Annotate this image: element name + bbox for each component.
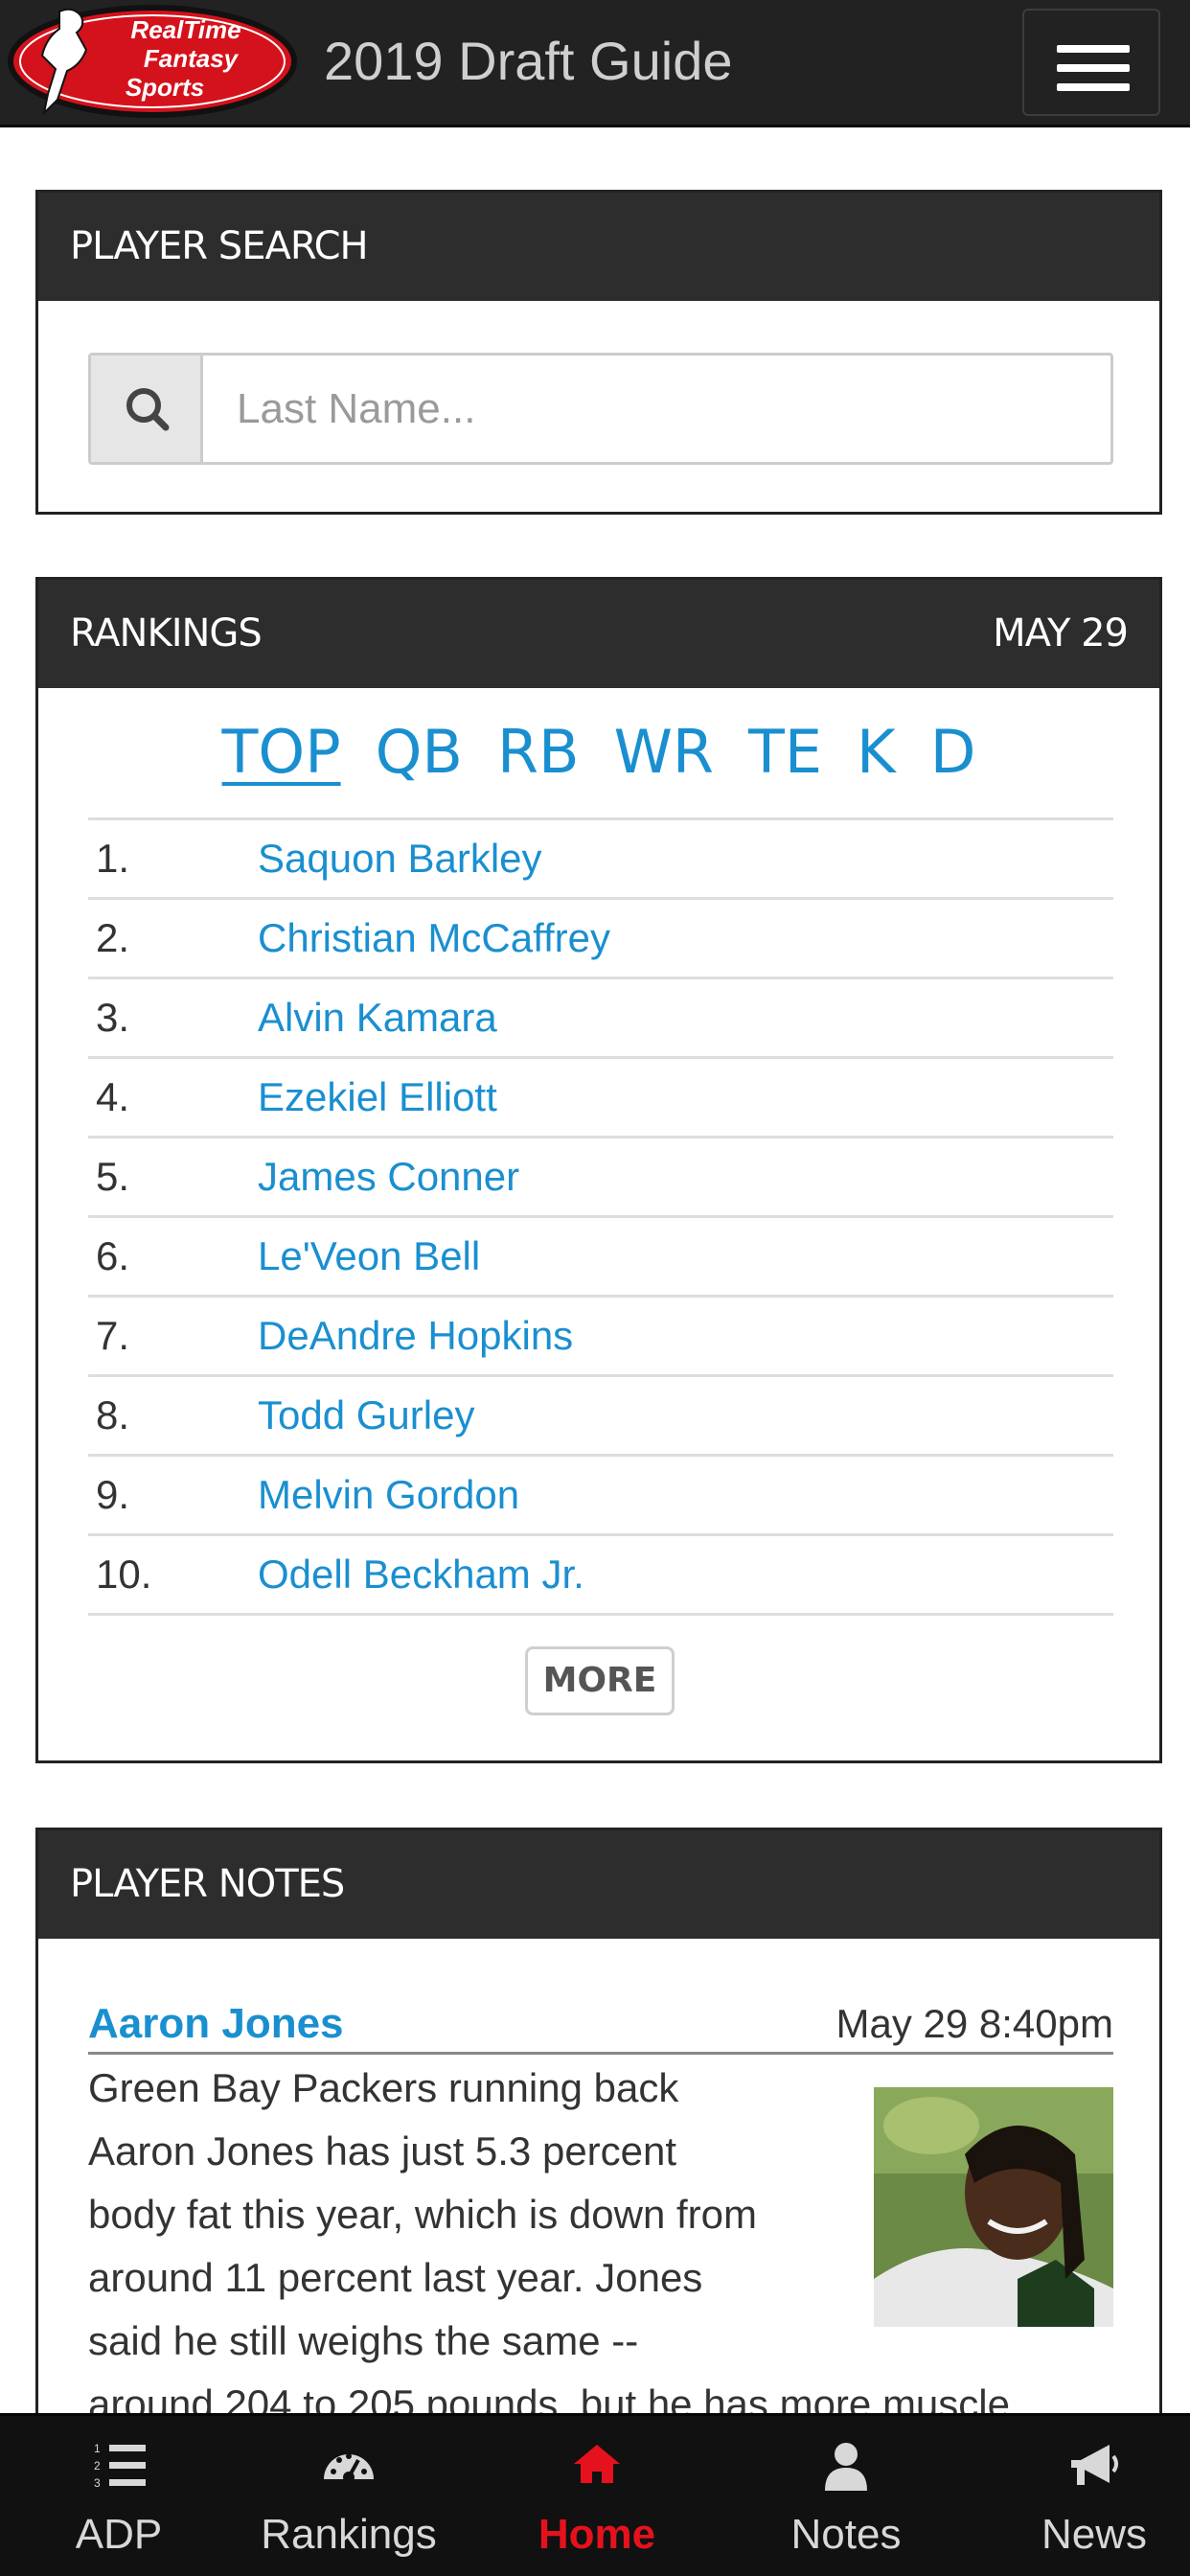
user-icon — [825, 2443, 867, 2491]
top-navbar: RealTime Fantasy Sports 2019 Draft Guide — [0, 0, 1190, 127]
nav-adp[interactable]: 1 2 3 ADP — [0, 2416, 238, 2576]
nav-label: Rankings — [261, 2511, 437, 2558]
tab-d[interactable]: D — [930, 714, 976, 791]
rank-number: 3. — [96, 995, 130, 1040]
hamburger-menu-icon — [1057, 45, 1130, 53]
player-link[interactable]: Le'Veon Bell — [258, 1218, 480, 1295]
tab-rb[interactable]: RB — [497, 714, 580, 791]
last-name-search-input[interactable] — [206, 356, 1110, 462]
search-icon[interactable] — [91, 356, 203, 462]
nav-label: Home — [538, 2511, 656, 2558]
rank-number: 9. — [96, 1472, 130, 1517]
panel-title: PLAYER SEARCH — [70, 224, 369, 268]
note-text: Green Bay Packers running back Aaron Jon… — [88, 2057, 1010, 2436]
note-line: around 11 percent last year. Jones — [88, 2255, 703, 2300]
ranking-row: 8. Todd Gurley — [88, 1377, 1113, 1457]
rankings-panel: RANKINGS MAY 29 TOP QB RB WR TE K D 1. Saquon B… — [35, 577, 1162, 1763]
search-box — [88, 353, 1113, 465]
hamburger-menu-icon-bar — [1057, 83, 1130, 91]
tab-top[interactable]: TOP — [222, 714, 341, 791]
ranking-row: 3. Alvin Kamara — [88, 979, 1113, 1059]
ranking-row: 9. Melvin Gordon — [88, 1457, 1113, 1536]
rank-number: 7. — [96, 1313, 130, 1358]
ranking-row: 2. Christian McCaffrey — [88, 900, 1113, 979]
dashboard-gauge-icon — [324, 2453, 374, 2483]
ranking-row: 10. Odell Beckham Jr. — [88, 1536, 1113, 1616]
rankings-list: 1. Saquon Barkley 2. Christian McCaffrey 3… — [88, 817, 1113, 1616]
player-photo — [874, 2087, 1113, 2327]
player-link[interactable]: Melvin Gordon — [258, 1457, 519, 1533]
svg-text:3: 3 — [94, 2476, 101, 2490]
more-rankings-button[interactable]: MORE — [525, 1646, 675, 1715]
note-player-link[interactable]: Aaron Jones — [88, 1995, 344, 2053]
bottom-navigation: 1 2 3 ADP Rankings Home Notes News — [0, 2413, 1190, 2576]
svg-text:1: 1 — [94, 2442, 101, 2455]
player-link[interactable]: Todd Gurley — [258, 1377, 474, 1454]
bullhorn-icon — [1071, 2445, 1118, 2485]
list-numbered-icon: 1 2 3 — [94, 2442, 146, 2490]
note-line: body fat this year, which is down from — [88, 2192, 757, 2237]
rank-number: 8. — [96, 1392, 130, 1438]
svg-text:Sports: Sports — [126, 73, 204, 102]
player-link[interactable]: Saquon Barkley — [258, 820, 542, 897]
rank-number: 1. — [96, 836, 130, 881]
player-link[interactable]: Christian McCaffrey — [258, 900, 610, 977]
note-line: Green Bay Packers running back — [88, 2065, 679, 2110]
note-timestamp: May 29 8:40pm — [835, 2001, 1114, 2046]
hamburger-menu-icon-bar — [1057, 64, 1130, 72]
nav-label: Notes — [790, 2511, 902, 2558]
hamburger-menu-button[interactable] — [1022, 9, 1160, 116]
svg-text:RealTime: RealTime — [130, 15, 240, 44]
ranking-row: 4. Ezekiel Elliott — [88, 1059, 1113, 1138]
rank-number: 10. — [96, 1552, 152, 1597]
svg-text:2: 2 — [94, 2459, 101, 2472]
player-link[interactable]: DeAndre Hopkins — [258, 1298, 573, 1374]
ranking-row: 6. Le'Veon Bell — [88, 1218, 1113, 1298]
player-search-heading: PLAYER SEARCH — [38, 193, 1159, 301]
tab-wr[interactable]: WR — [614, 714, 714, 791]
ranking-row: 1. Saquon Barkley — [88, 820, 1113, 900]
rank-number: 4. — [96, 1074, 130, 1119]
panel-title: PLAYER NOTES — [70, 1862, 345, 1906]
panel-title: RANKINGS — [70, 611, 263, 656]
player-link[interactable]: James Conner — [258, 1138, 519, 1215]
player-notes-heading: PLAYER NOTES — [38, 1830, 1159, 1939]
nav-label: News — [1041, 2511, 1148, 2558]
svg-text:Fantasy: Fantasy — [144, 44, 240, 73]
app-title: 2019 Draft Guide — [324, 31, 733, 91]
player-notes-panel: PLAYER NOTES Aaron Jones May 29 8:40pm G… — [35, 1828, 1162, 2441]
player-link[interactable]: Odell Beckham Jr. — [258, 1536, 584, 1613]
nav-home[interactable]: Home — [478, 2416, 716, 2576]
player-link[interactable]: Ezekiel Elliott — [258, 1059, 497, 1136]
nav-label: ADP — [75, 2511, 163, 2558]
rankings-heading: RANKINGS MAY 29 — [38, 580, 1159, 688]
rank-number: 6. — [96, 1233, 130, 1278]
rankings-date: MAY 29 — [993, 611, 1129, 656]
nav-news[interactable]: News — [975, 2416, 1190, 2576]
ranking-row: 5. James Conner — [88, 1138, 1113, 1218]
tab-k[interactable]: K — [857, 714, 896, 791]
realtime-fantasy-sports-logo[interactable]: RealTime Fantasy Sports — [4, 0, 297, 123]
player-search-panel: PLAYER SEARCH — [35, 190, 1162, 515]
player-link[interactable]: Alvin Kamara — [258, 979, 497, 1056]
note-header: Aaron Jones May 29 8:40pm — [88, 1995, 1113, 2055]
tab-te[interactable]: TE — [748, 714, 822, 791]
note-line: said he still weighs the same -- — [88, 2318, 639, 2363]
position-tabs: TOP QB RB WR TE K D — [38, 714, 1159, 791]
home-icon — [574, 2445, 620, 2483]
ranking-row: 7. DeAndre Hopkins — [88, 1298, 1113, 1377]
tab-qb[interactable]: QB — [376, 714, 463, 791]
rank-number: 5. — [96, 1154, 130, 1199]
rank-number: 2. — [96, 915, 130, 960]
nav-notes[interactable]: Notes — [727, 2416, 965, 2576]
nav-rankings[interactable]: Rankings — [230, 2416, 468, 2576]
note-line: Aaron Jones has just 5.3 percent — [88, 2128, 677, 2174]
